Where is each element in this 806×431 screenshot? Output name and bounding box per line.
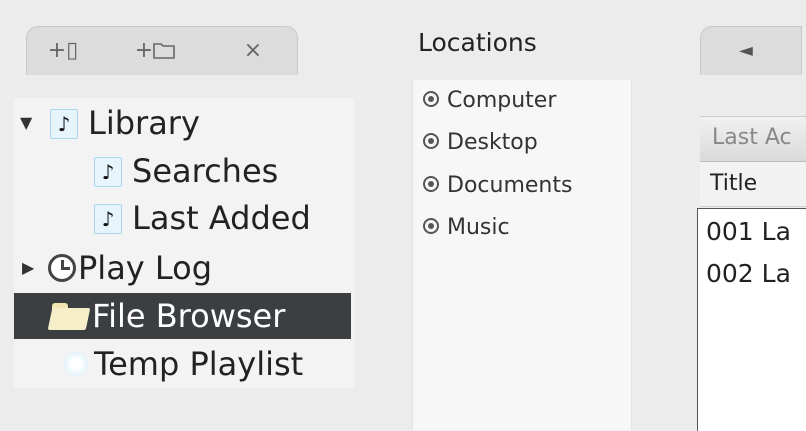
locations-list: Computer Desktop Documents Music [412,80,632,430]
disclosure-expanded-icon[interactable]: ▼ [20,100,32,146]
delete-label: × [243,38,263,63]
table-row[interactable]: 001 La [706,217,791,246]
source-tree: ▼ ♪ Library ♪ Searches ♪ Last Added ▶ Pl… [14,98,354,388]
tree-item-label: File Browser [92,297,286,335]
tree-item-file-browser[interactable]: File Browser [14,293,351,339]
new-folder-button[interactable]: + [127,35,183,67]
tab-label: Last Ac [712,125,792,150]
clock-icon [48,254,76,282]
tree-item-label: Temp Playlist [94,345,304,383]
music-note-icon: ♪ [50,109,78,139]
tree-item-temp-playlist[interactable]: Temp Playlist [14,341,354,387]
playlist-toolbar: +▯ + × [26,26,298,75]
column-header-title[interactable]: Title [700,162,806,207]
folder-icon [47,303,91,330]
location-item-music[interactable]: Music [423,215,510,240]
back-button[interactable]: ◄ [700,26,802,75]
location-label: Documents [447,173,573,198]
tree-item-searches[interactable]: ♪ Searches [14,148,354,194]
tree-item-last-added[interactable]: ♪ Last Added [14,195,354,241]
tree-item-label: Library [88,104,200,142]
music-note-icon: ♪ [94,157,122,187]
tree-item-play-log[interactable]: ▶ Play Log [14,245,354,291]
music-note-icon: ♪ [94,204,122,234]
location-bullet-icon [423,133,439,149]
locations-title: Locations [418,28,537,57]
tree-item-label: Play Log [78,249,213,287]
back-arrow-icon: ◄ [739,40,753,61]
new-playlist-label: +▯ [47,38,79,63]
tree-item-label: Last Added [132,199,311,237]
tree-item-library[interactable]: ▼ ♪ Library [14,100,354,146]
location-label: Computer [447,88,557,113]
new-folder-label: + [135,38,176,63]
location-item-computer[interactable]: Computer [423,88,556,113]
new-playlist-button[interactable]: +▯ [43,35,83,67]
location-item-documents[interactable]: Documents [423,173,572,198]
location-bullet-icon [423,176,439,192]
location-bullet-icon [423,91,439,107]
table-row[interactable]: 002 La [706,259,791,288]
location-bullet-icon [423,218,439,234]
track-table: 001 La 002 La [697,208,806,431]
delete-button[interactable]: × [233,35,273,67]
location-item-desktop[interactable]: Desktop [423,130,538,155]
location-label: Music [447,215,510,240]
tree-item-label: Searches [132,152,279,190]
location-label: Desktop [447,130,538,155]
column-header-label: Title [710,171,758,196]
tab-last-added[interactable]: Last Ac [700,116,806,162]
disclosure-collapsed-icon[interactable]: ▶ [22,245,34,291]
snowflake-icon [64,352,88,376]
